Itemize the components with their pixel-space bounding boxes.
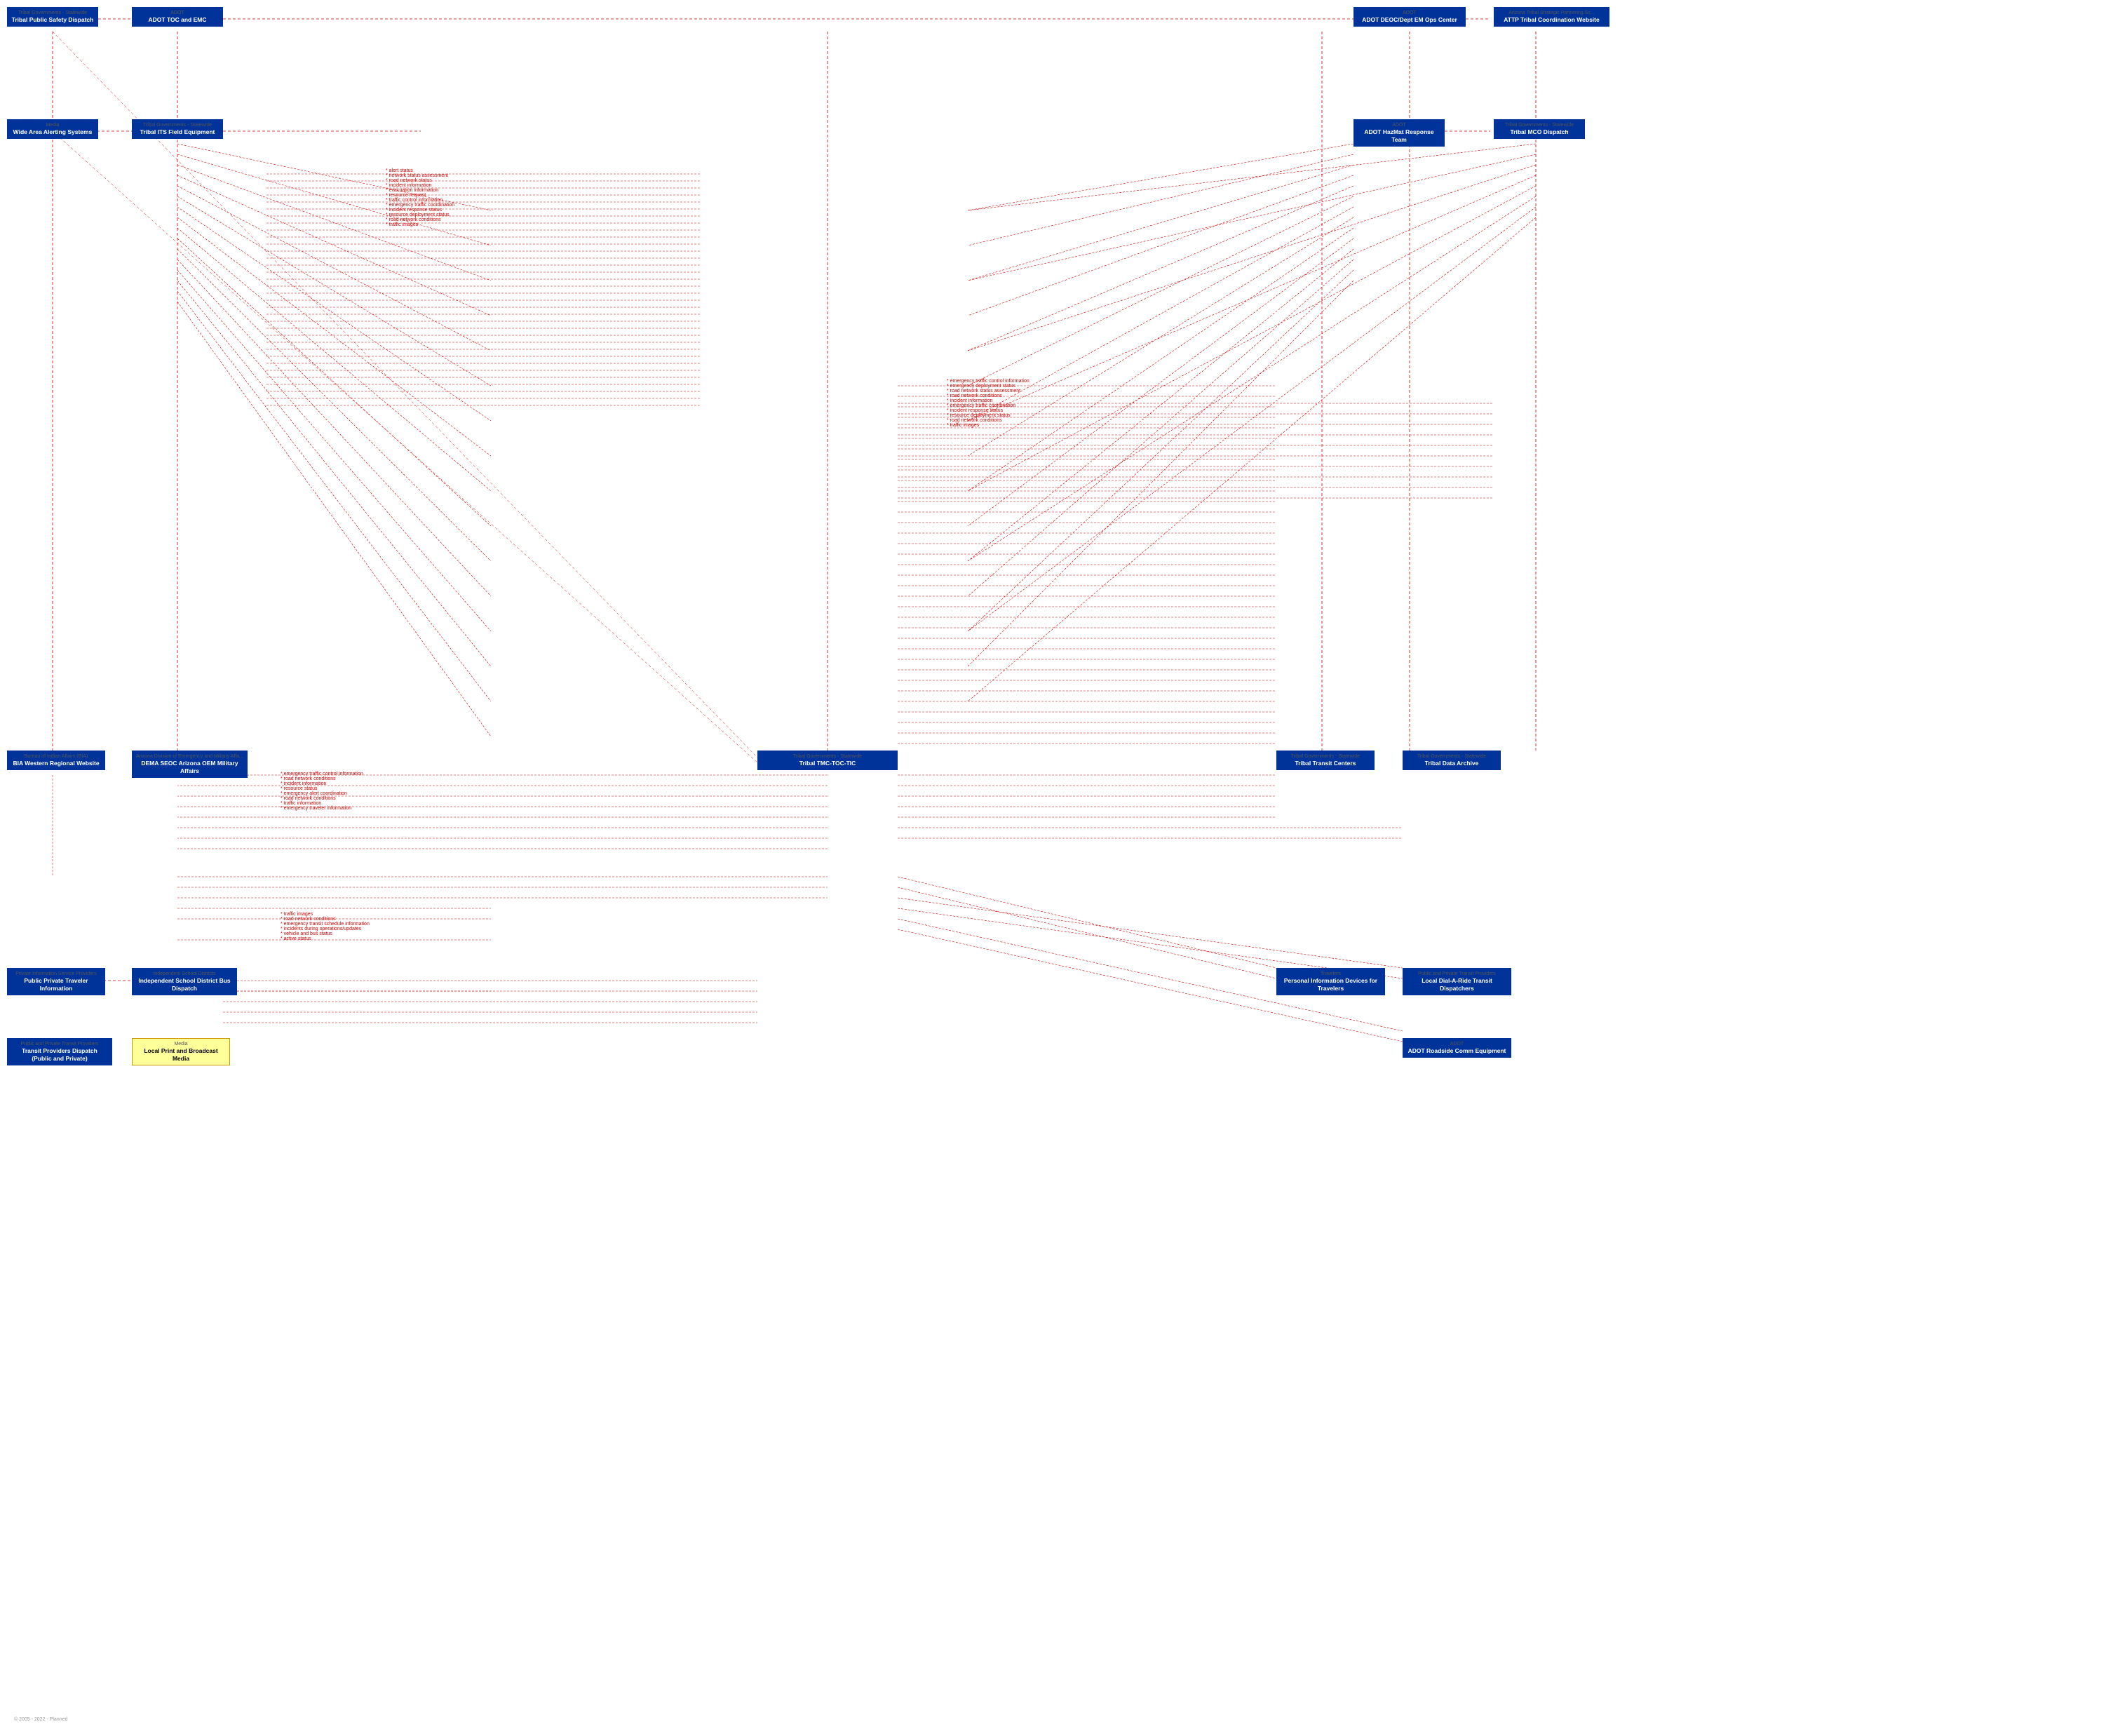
media-wide-area-node: Media Wide Area Alerting Systems — [7, 119, 98, 139]
dema-seoc-node: Arizona Division of Emergency and Milita… — [132, 751, 248, 778]
independent-school-district-node: Independent School Districts Independent… — [132, 968, 237, 995]
local-print-media-node: Media Local Print and Broadcast Media — [132, 1038, 230, 1065]
flow-labels-right: * emergency traffic control information*… — [947, 379, 1087, 428]
adot-hazmat-node: ADOT ADOT HazMat Response Team — [1353, 119, 1445, 147]
private-info-providers-node: Private Information Service Providers Pu… — [7, 968, 105, 995]
adot-roadside-node: ADOT ADOT Roadside Comm Equipment — [1403, 1038, 1511, 1058]
tribal-mco-dispatch-node: Tribal Governments - Statewide Tribal MC… — [1494, 119, 1585, 139]
tribal-data-archive-node: Tribal Governments - Statewide Tribal Da… — [1403, 751, 1501, 770]
arizona-tribal-strategic-node: Arizona Tribal Strategic Partnering Sc..… — [1494, 7, 1609, 27]
tribal-field-equipment-node: Tribal Governments - Statewide Tribal IT… — [132, 119, 223, 139]
tribal-public-safety-node: Tribal Governments - Statewide Tribal Pu… — [7, 7, 98, 27]
local-dial-a-ride-node: Public and Private Transit Providers Loc… — [1403, 968, 1511, 995]
flow-labels-left: * alert status* network status assessmen… — [386, 168, 526, 227]
adot-deoc-node: ADOT ADOT DEOC/Dept EM Ops Center — [1353, 7, 1466, 27]
bia-western-node: Bureau of Indian Affairs (BIA) BIA Weste… — [7, 751, 105, 770]
flow-labels-dema: * emergency traffic control information*… — [281, 772, 421, 811]
watermark: © 2005 - 2022 - Planned — [14, 1717, 67, 1722]
tribal-transit-centers-node: Tribal Governments - Statewide Tribal Tr… — [1276, 751, 1375, 770]
tribal-tmc-toc-tic-node: Tribal Governments - Statewide Tribal TM… — [757, 751, 898, 770]
transit-providers-node: Public and Private Transit Providers Tra… — [7, 1038, 112, 1065]
adot-toc-node: ADOT ADOT TOC and EMC — [132, 7, 223, 27]
flow-labels-school: * traffic images* road network condition… — [281, 912, 421, 941]
travelers-personal-info-node: Travelers Personal Information Devices f… — [1276, 968, 1385, 995]
